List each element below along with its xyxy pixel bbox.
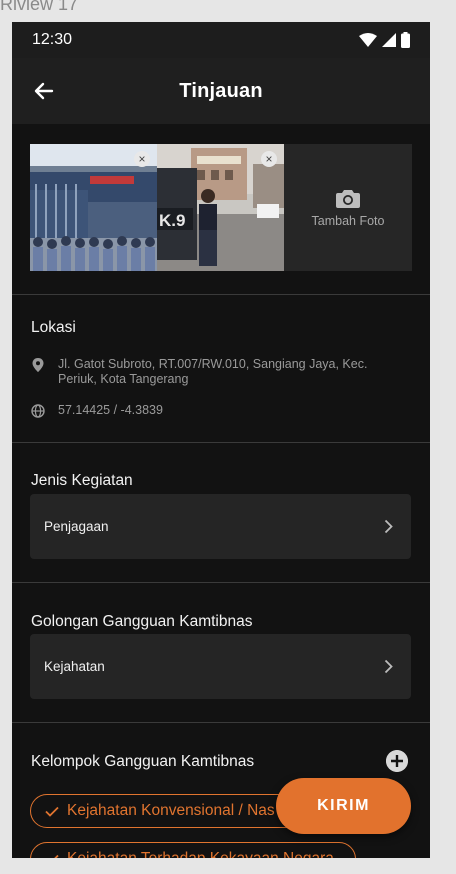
golongan-select[interactable]: Kejahatan (30, 634, 411, 699)
status-icons (359, 32, 410, 48)
address-row: Jl. Gatot Subroto, RT.007/RW.010, Sangia… (31, 357, 401, 386)
divider (12, 442, 430, 443)
chevron-right-icon (384, 519, 393, 534)
frame-label: Riview 17 (0, 0, 79, 14)
svg-text:K.9: K.9 (159, 211, 185, 230)
close-icon[interactable]: × (261, 151, 277, 167)
golongan-value: Kejahatan (44, 659, 105, 674)
status-time: 12:30 (32, 31, 73, 48)
page-title: Tinjauan (179, 79, 263, 102)
jenis-kegiatan-select[interactable]: Penjagaan (30, 494, 411, 559)
check-icon (53, 854, 59, 858)
arrow-left-icon[interactable] (32, 79, 56, 103)
divider (12, 582, 430, 583)
chip-kelompok[interactable]: Kejahatan Terhadap Kekayaan Negara (30, 842, 356, 858)
jenis-kegiatan-value: Penjagaan (44, 519, 109, 534)
plus-circle-icon[interactable] (386, 750, 408, 772)
coordinates-text: 57.14425 / -4.3839 (58, 403, 163, 417)
divider (12, 722, 430, 723)
wifi-icon (359, 33, 377, 47)
map-pin-icon (32, 358, 44, 372)
photo-police-formation[interactable]: × (30, 144, 157, 271)
chip-kelompok[interactable]: Kejahatan Konvensional / Nas (30, 794, 310, 828)
status-bar: 12:30 (12, 22, 430, 58)
signal-icon (382, 33, 396, 47)
battery-icon (401, 32, 410, 48)
app-bar: Tinjauan (12, 58, 430, 124)
jenis-kegiatan-title: Jenis Kegiatan (31, 472, 133, 489)
photo-police-street[interactable]: K.9 × (157, 144, 284, 271)
chip-label: Kejahatan Terhadap Kekayaan Negara (67, 850, 334, 858)
add-photo-button[interactable]: Tambah Foto (284, 144, 412, 271)
golongan-title: Golongan Gangguan Kamtibnas (31, 613, 253, 630)
kelompok-title: Kelompok Gangguan Kamtibnas (31, 753, 255, 770)
check-icon (45, 806, 59, 817)
globe-icon (31, 404, 45, 418)
close-icon[interactable]: × (134, 151, 150, 167)
chevron-right-icon (384, 659, 393, 674)
coordinates-row: 57.14425 / -4.3839 (31, 403, 163, 418)
camera-icon (336, 189, 360, 208)
phone-screen: 12:30 Tinjauan × K.9 × Tambah Foto Lokas… (12, 22, 430, 858)
photo-gallery: × K.9 × Tambah Foto (30, 144, 412, 271)
submit-button[interactable]: KIRIM (276, 778, 411, 834)
location-title: Lokasi (31, 319, 76, 336)
divider (12, 294, 430, 295)
chip-label: Kejahatan Konvensional / Nas (67, 802, 275, 819)
address-text: Jl. Gatot Subroto, RT.007/RW.010, Sangia… (58, 357, 368, 386)
add-photo-label: Tambah Foto (311, 213, 385, 228)
